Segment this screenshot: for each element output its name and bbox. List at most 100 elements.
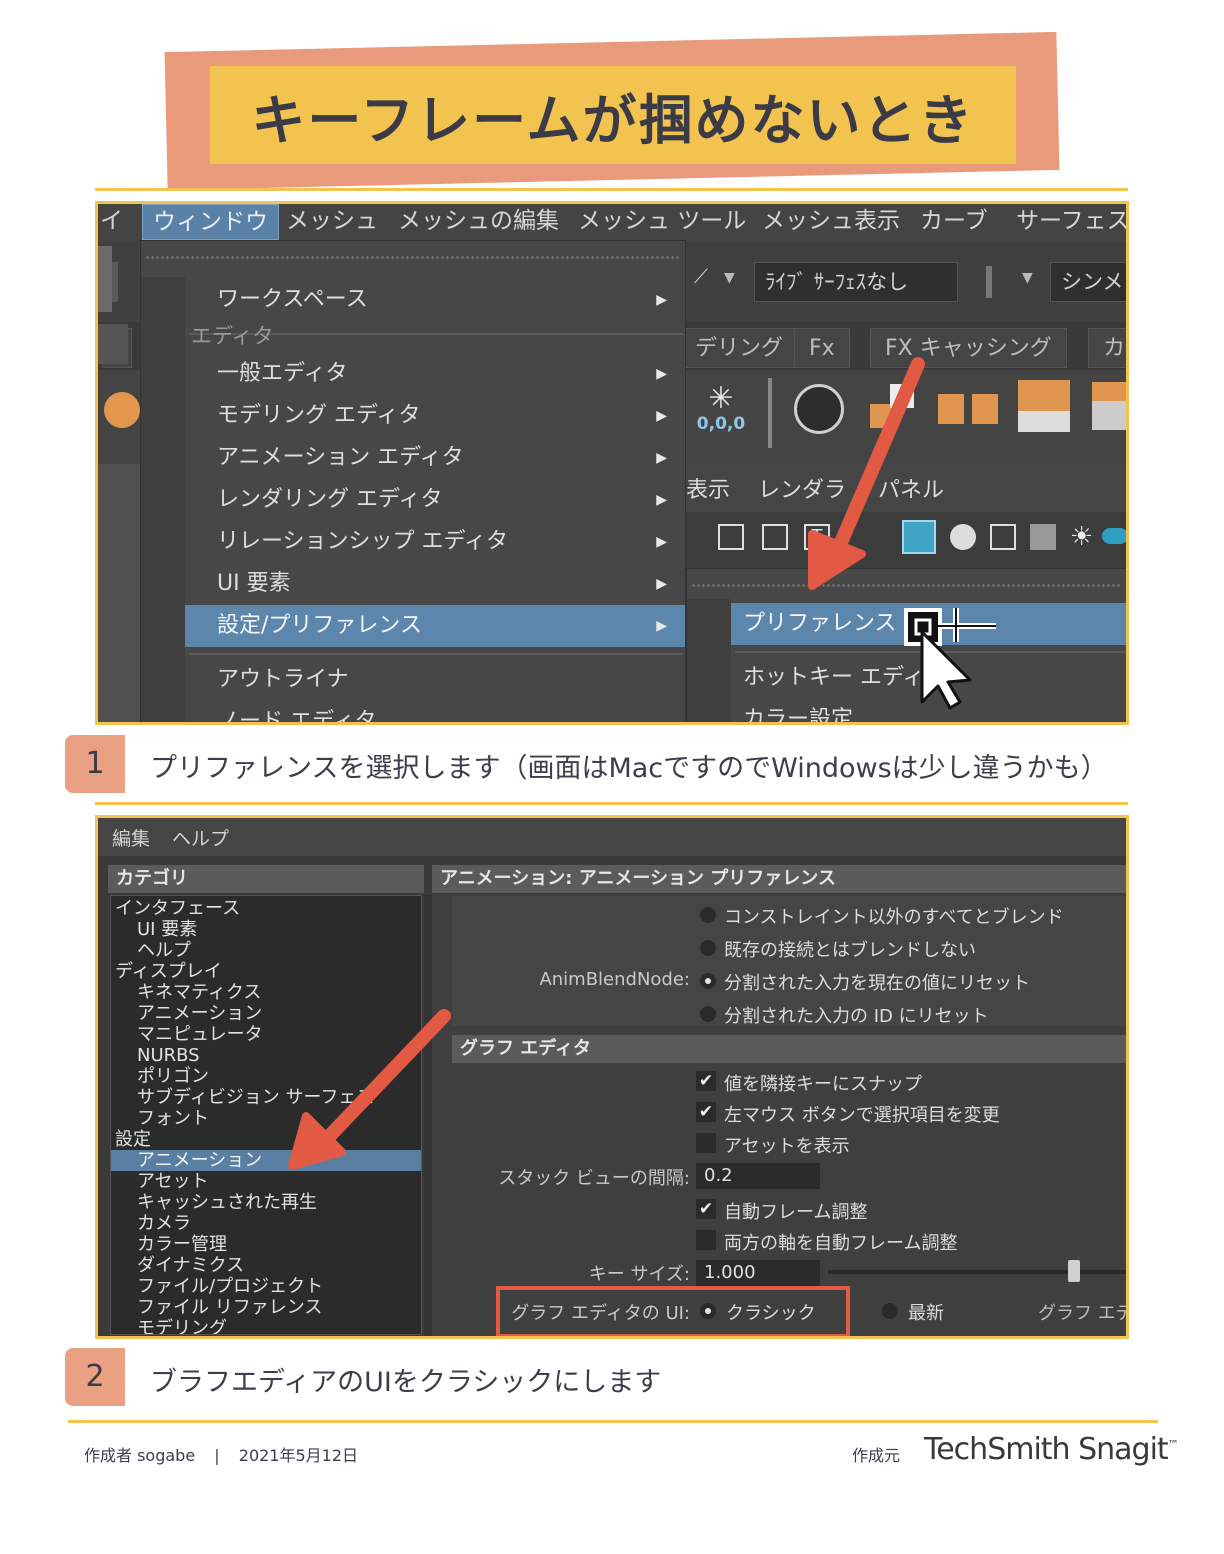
category-item[interactable]: カメラ	[111, 1213, 421, 1234]
menu-item-label: 一般エディタ	[217, 361, 348, 386]
menu-section-editors: エディタ	[141, 315, 685, 357]
checkbox-lmb-select[interactable]: ✔	[696, 1102, 716, 1122]
radio-classic[interactable]	[700, 1303, 716, 1319]
radio-latest[interactable]	[882, 1303, 898, 1319]
maya-menubar: イ ウィンドウ メッシュ メッシュの編集 メッシュ ツール メッシュ表示 カーブ…	[98, 204, 1126, 242]
menubar-item[interactable]: メッシュの編集	[398, 204, 559, 240]
animblend-label: AnimBlendNode:	[539, 969, 690, 990]
menubar-item[interactable]: サーフェス	[1016, 204, 1126, 240]
menu-item-outliner[interactable]: アウトライナ	[141, 659, 685, 701]
menu-item-ui-elements[interactable]: UI 要素 ▶	[141, 563, 685, 605]
image-plane-icon[interactable]	[762, 524, 788, 550]
menu-section-label: エディタ	[191, 324, 274, 348]
made-with-label: 作成元	[852, 1446, 901, 1465]
brand-logo: TechSmith Snagit™	[924, 1432, 1179, 1467]
panel-menu-show[interactable]: 表示	[686, 472, 730, 504]
light-icon[interactable]	[950, 524, 976, 550]
step-number-badge: 2	[65, 1348, 125, 1406]
menu-edit[interactable]: 編集	[112, 824, 150, 851]
menu-item-rendering-editors[interactable]: レンダリング エディタ ▶	[141, 479, 685, 521]
toolbox-handle	[98, 246, 112, 312]
menu-item-node-editor[interactable]: ノード エディタ	[141, 701, 685, 725]
tab-rendering[interactable]: デリング	[680, 328, 799, 368]
menu-help[interactable]: ヘルプ	[172, 824, 229, 851]
menubar-item[interactable]: メッシュ	[286, 204, 378, 240]
menu-item-settings-preferences[interactable]: 設定/プリファレンス ▶	[185, 605, 685, 647]
radio-blend-all[interactable]	[700, 907, 716, 923]
shelf-sphere-icon[interactable]	[104, 392, 140, 428]
option-label-latest: 最新	[908, 1303, 944, 1324]
submenu-arrow-icon: ▶	[656, 492, 667, 508]
key-size-slider-track[interactable]	[828, 1270, 1126, 1274]
symmetry-field[interactable]: シンメ	[1050, 262, 1126, 302]
menu-item-general-editors[interactable]: 一般エディタ ▶	[141, 353, 685, 395]
step-instruction: プリファレンスを選択します（画面はMacですのでWindowsは少し違うかも）	[150, 753, 1108, 784]
chevron-down-icon[interactable]: ▼	[1022, 270, 1033, 286]
submenu-arrow-icon: ▶	[656, 408, 667, 424]
chevron-down-icon[interactable]: ▼	[724, 270, 735, 286]
tearoff-line[interactable]	[145, 255, 681, 261]
key-size-slider-handle[interactable]	[1068, 1260, 1080, 1282]
wire-cube-icon[interactable]	[990, 524, 1016, 550]
date: 2021年5月12日	[238, 1446, 359, 1465]
radio-reset-current[interactable]	[700, 973, 716, 989]
menu-item-animation-editors[interactable]: アニメーション エディタ ▶	[141, 437, 685, 479]
menu-item-label: モデリング エディタ	[217, 403, 421, 428]
category-item[interactable]: キャッシュされた再生	[111, 1192, 421, 1213]
graph-editor-ui-label: グラフ エディタの UI:	[511, 1303, 690, 1324]
radio-no-blend[interactable]	[700, 940, 716, 956]
menubar-item[interactable]: イ	[100, 204, 123, 240]
menu-item-label: レンダリング エディタ	[217, 487, 443, 512]
snowflake-icon[interactable]: ✳ 0,0,0	[690, 384, 752, 444]
category-item[interactable]: インタフェース	[111, 898, 421, 919]
separator	[986, 266, 992, 298]
checkbox-auto-frame-both[interactable]	[696, 1230, 716, 1250]
category-item[interactable]: キネマティクス	[111, 982, 421, 1003]
tool-icon[interactable]: ⟋	[694, 264, 708, 288]
option-label: アセットを表示	[724, 1136, 850, 1157]
category-item[interactable]: ファイル リファレンス	[111, 1297, 421, 1318]
menu-item-modeling-editors[interactable]: モデリング エディタ ▶	[141, 395, 685, 437]
graph-editor-section-header[interactable]: グラフ エディタ	[452, 1035, 1126, 1063]
checkbox-show-assets[interactable]	[696, 1133, 716, 1153]
category-item[interactable]: UI 要素	[111, 919, 421, 940]
category-item[interactable]: ディスプレイ	[111, 961, 421, 982]
option-label: 既存の接続とはブレンドしない	[724, 940, 976, 961]
category-item[interactable]: モデリング	[111, 1318, 421, 1334]
menubar-item[interactable]: メッシュ表示	[762, 204, 900, 240]
category-item[interactable]: カラー管理	[111, 1234, 421, 1255]
checkbox-auto-frame[interactable]: ✔	[696, 1199, 716, 1219]
teapot-icon[interactable]	[1102, 528, 1126, 544]
divider	[95, 188, 1128, 191]
stack-spacing-input[interactable]: 0.2	[696, 1163, 820, 1189]
category-item[interactable]: ダイナミクス	[111, 1255, 421, 1276]
freeze-transform-label: 0,0,0	[696, 414, 746, 434]
category-item[interactable]: ヘルプ	[111, 940, 421, 961]
smooth-icon[interactable]	[1092, 382, 1126, 430]
tab-more[interactable]: カ	[1088, 328, 1126, 368]
option-label: 値を隣接キーにスナップ	[724, 1074, 922, 1095]
key-size-input[interactable]: 1.000	[696, 1260, 820, 1286]
menubar-item[interactable]: メッシュ ツール	[578, 204, 746, 240]
grid-icon[interactable]	[718, 524, 744, 550]
checkbox-snap-values[interactable]: ✔	[696, 1071, 716, 1091]
submenu-arrow-icon: ▶	[656, 618, 667, 634]
checker-icon[interactable]	[1030, 524, 1056, 550]
radio-reset-id[interactable]	[700, 1006, 716, 1022]
category-item[interactable]: ファイル/プロジェクト	[111, 1276, 421, 1297]
category-header: カテゴリ	[108, 865, 424, 893]
menubar-item-window[interactable]: ウィンドウ	[142, 204, 279, 240]
preferences-header: アニメーション: アニメーション プリファレンス	[432, 865, 1126, 893]
menu-item-label: リレーションシップ エディタ	[217, 529, 509, 554]
menu-item-label: UI 要素	[217, 571, 291, 596]
menu-item-label: ワークスペース	[217, 287, 368, 312]
option-box-cursor-icon	[904, 608, 996, 710]
extract-icon[interactable]	[1018, 380, 1070, 432]
bulb-icon[interactable]: ☀	[1070, 522, 1093, 552]
separate-icon[interactable]	[938, 390, 1000, 430]
author: 作成者 sogabe	[84, 1446, 196, 1465]
live-surface-field[interactable]: ﾗｲﾌﾞ ｻｰﾌｪｽなし	[754, 262, 958, 302]
menubar-item[interactable]: カーブ	[920, 204, 988, 240]
menu-item-label: ノード エディタ	[217, 709, 377, 725]
menu-item-relationship-editors[interactable]: リレーションシップ エディタ ▶	[141, 521, 685, 563]
